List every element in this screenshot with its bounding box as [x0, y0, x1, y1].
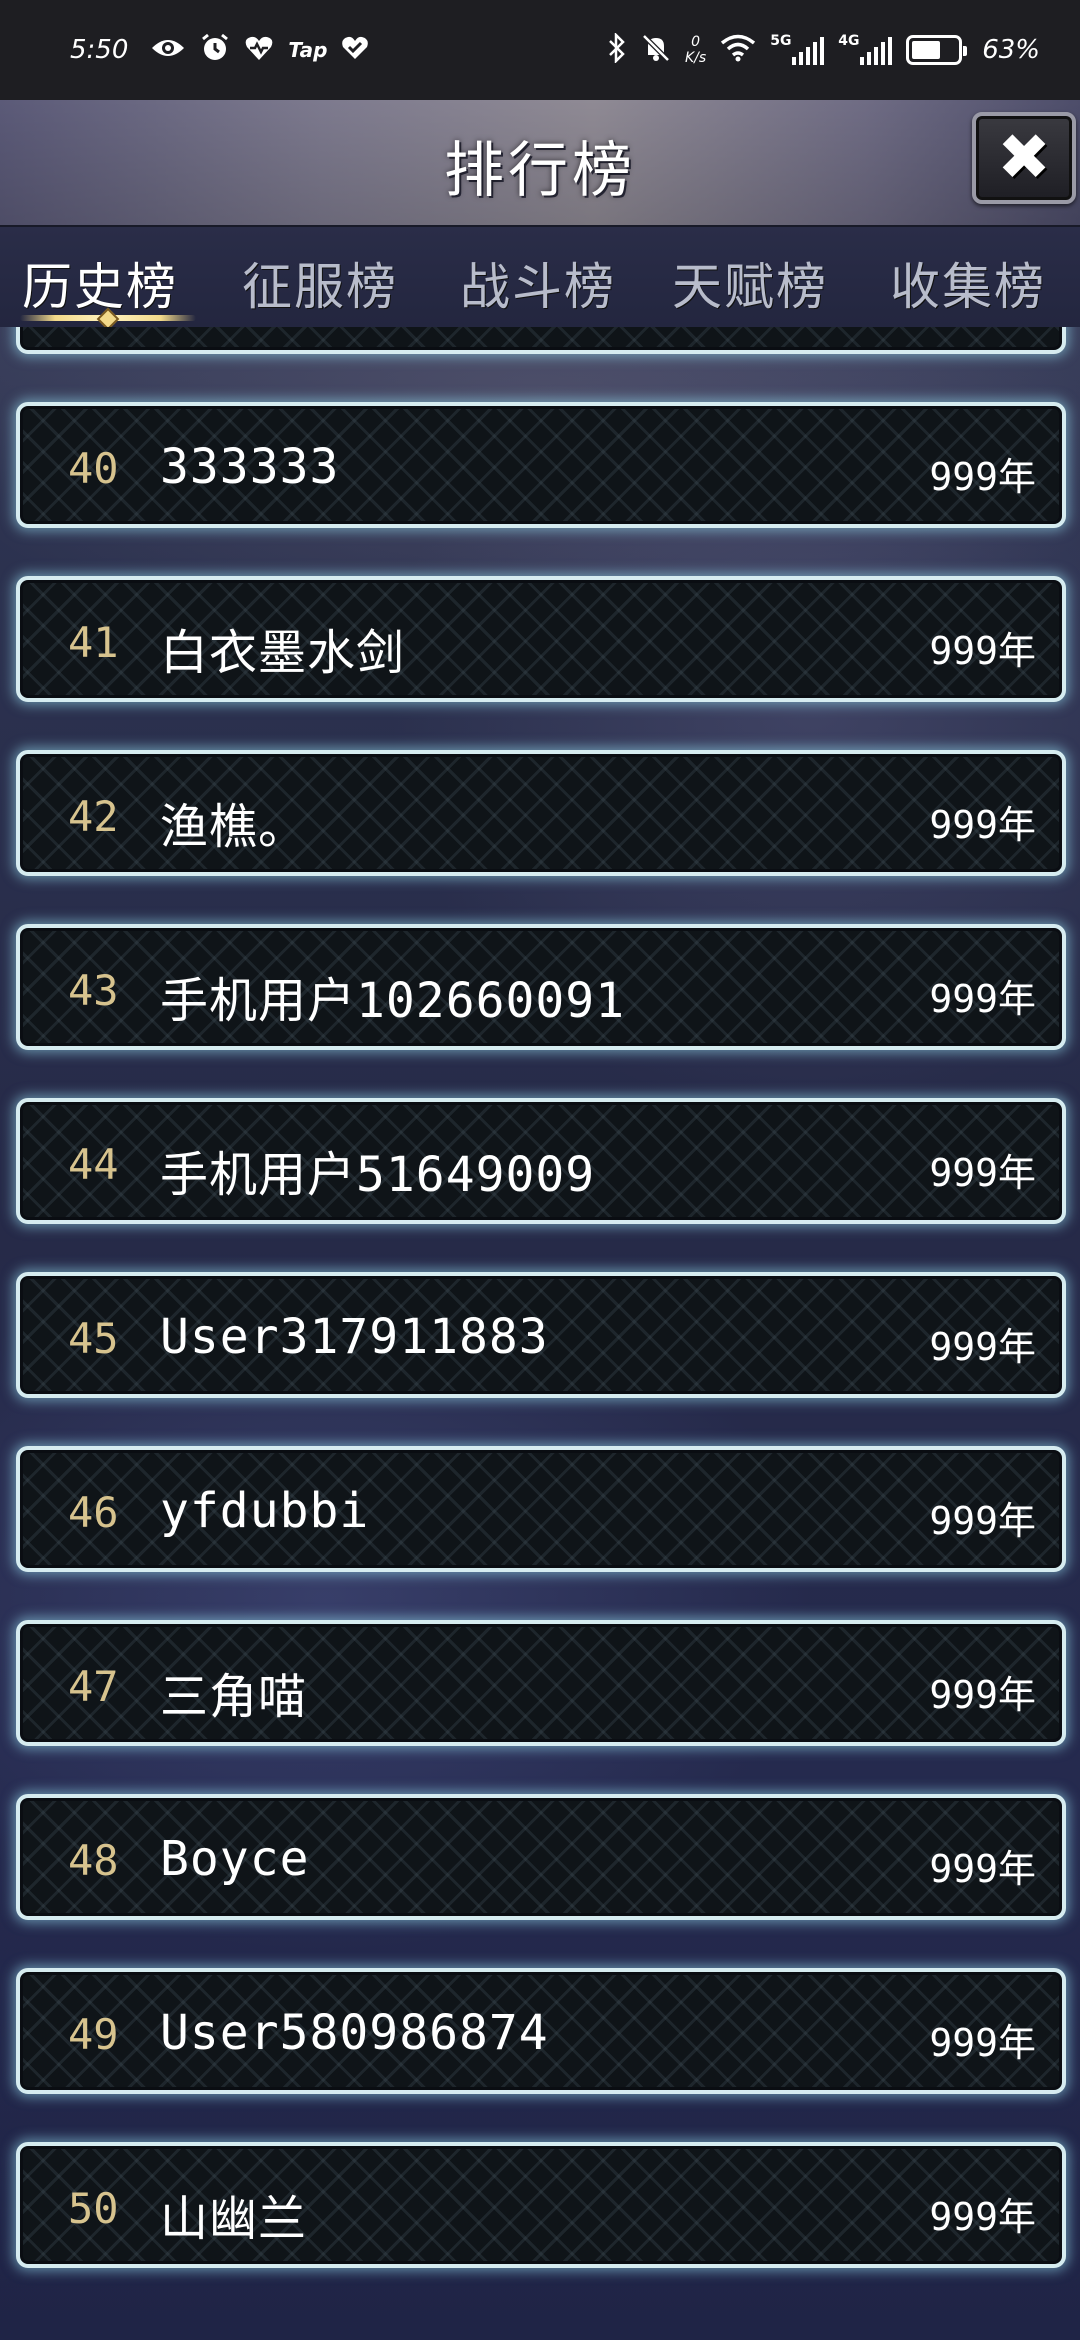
- tab-talent[interactable]: 天赋榜: [672, 247, 828, 319]
- net-speed-unit: K/s: [685, 50, 707, 66]
- alarm-icon: [200, 33, 230, 68]
- player-name: Boyce: [160, 1831, 310, 1887]
- player-name: User580986874: [160, 2005, 549, 2061]
- page-title: 排行榜: [444, 136, 636, 206]
- player-name: 白衣墨水剑: [160, 625, 406, 681]
- rank-value: 999年: [929, 1499, 1036, 1543]
- ranking-list[interactable]: 39阿桂999年 40 333333 999年 41 白衣墨水剑 999年 42 渔樵。 999年…: [0, 327, 1080, 2340]
- rank-value: 999年: [929, 803, 1036, 847]
- status-right: 0 K/s 5G 4G 63%: [607, 31, 1040, 68]
- signal-4g-icon: 4G: [838, 33, 893, 65]
- player-name: yfdubbi: [160, 1483, 370, 1539]
- leaderboard-tabs: 历史榜 征服榜 战斗榜 天赋榜 收集榜: [0, 225, 1080, 331]
- rank-number: 50: [68, 2184, 119, 2233]
- player-name: 手机用户102660091: [160, 973, 626, 1029]
- rank-number: 49: [68, 2010, 119, 2059]
- signal-5g-tag: 5G: [770, 33, 792, 49]
- close-icon: ✖: [997, 121, 1051, 195]
- rank-value: 999年: [929, 977, 1036, 1021]
- player-name: User317911883: [160, 1309, 549, 1365]
- rank-number: 47: [68, 1662, 119, 1711]
- heart-icon: [341, 35, 369, 66]
- rank-number: 42: [68, 792, 119, 841]
- rank-value: 999年: [929, 629, 1036, 673]
- tab-conquest[interactable]: 征服榜: [242, 247, 398, 319]
- rank-value: 999年: [929, 2195, 1036, 2239]
- net-speed-value: 0: [691, 34, 701, 50]
- rank-value: 999年: [929, 1325, 1036, 1369]
- player-name: 333333: [160, 439, 340, 495]
- eye-icon: [150, 36, 186, 65]
- rank-value: 999年: [929, 1673, 1036, 1717]
- ranking-row[interactable]: 39阿桂999年: [16, 327, 1066, 354]
- ranking-row[interactable]: 45 User317911883 999年: [16, 1272, 1066, 1398]
- health-icon: [244, 34, 274, 67]
- rank-value: 999年: [929, 2021, 1036, 2065]
- wifi-icon: [720, 34, 756, 67]
- ranking-row[interactable]: 49 User580986874 999年: [16, 1968, 1066, 2094]
- tab-history[interactable]: 历史榜: [22, 247, 178, 319]
- mute-bell-icon: [641, 33, 671, 68]
- tap-icon: Tap: [288, 38, 328, 62]
- rank-number: 41: [68, 618, 119, 667]
- bluetooth-icon: [607, 31, 627, 68]
- ranking-row[interactable]: 47 三角喵 999年: [16, 1620, 1066, 1746]
- ranking-row[interactable]: 40 333333 999年: [16, 402, 1066, 528]
- tab-battle[interactable]: 战斗榜: [460, 247, 616, 319]
- ranking-row[interactable]: 41 白衣墨水剑 999年: [16, 576, 1066, 702]
- rank-value: 999年: [929, 1847, 1036, 1891]
- tab-collection[interactable]: 收集榜: [890, 247, 1046, 319]
- leaderboard-header: 排行榜 ✖: [0, 100, 1080, 225]
- ranking-row[interactable]: 43 手机用户102660091 999年: [16, 924, 1066, 1050]
- ranking-row[interactable]: 42 渔樵。 999年: [16, 750, 1066, 876]
- player-name: 阿桂: [160, 327, 258, 335]
- net-speed: 0 K/s: [685, 34, 706, 66]
- status-time: 5:50: [70, 35, 129, 65]
- battery-percentage: 63%: [982, 35, 1040, 65]
- close-button[interactable]: ✖: [972, 112, 1076, 204]
- rank-number: 40: [68, 444, 119, 493]
- ranking-row[interactable]: 44 手机用户51649009 999年: [16, 1098, 1066, 1224]
- player-name: 渔樵。: [160, 799, 308, 855]
- signal-5g-icon: 5G: [770, 33, 825, 65]
- rank-value: 999年: [929, 1151, 1036, 1195]
- ranking-row[interactable]: 46 yfdubbi 999年: [16, 1446, 1066, 1572]
- rank-number: 45: [68, 1314, 119, 1363]
- status-left: 5:50 Tap: [70, 33, 369, 68]
- status-bar: 5:50 Tap 0 K/s 5G 4G 63%: [0, 0, 1080, 100]
- rank-value: 999年: [929, 455, 1036, 499]
- player-name: 山幽兰: [160, 2191, 308, 2247]
- player-name: 手机用户51649009: [160, 1147, 596, 1203]
- rank-number: 48: [68, 1836, 119, 1885]
- rank-number: 43: [68, 966, 119, 1015]
- rank-number: 44: [68, 1140, 119, 1189]
- battery-icon: [906, 35, 968, 65]
- ranking-row[interactable]: 50 山幽兰 999年: [16, 2142, 1066, 2268]
- signal-4g-tag: 4G: [838, 33, 860, 49]
- ranking-row[interactable]: 48 Boyce 999年: [16, 1794, 1066, 1920]
- battery-fill: [912, 41, 940, 59]
- rank-number: 46: [68, 1488, 119, 1537]
- player-name: 三角喵: [160, 1669, 308, 1725]
